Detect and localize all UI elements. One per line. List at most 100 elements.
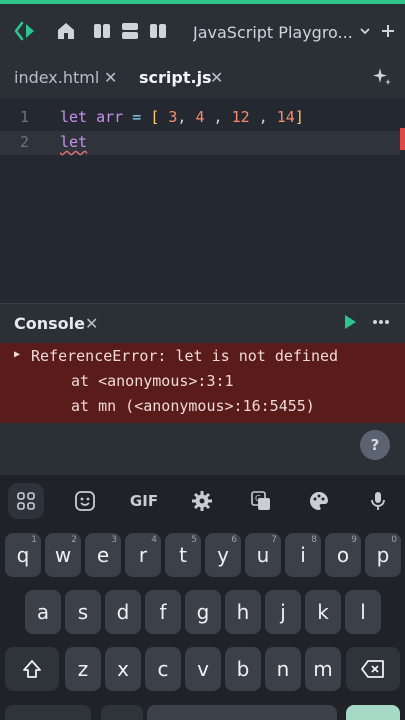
key-label: o [336, 543, 350, 567]
help-button[interactable]: ? [360, 430, 390, 460]
split-vertical-icon[interactable] [88, 17, 116, 45]
plus-icon[interactable] [374, 17, 402, 45]
code-line: 2 let [0, 133, 405, 157]
translate-icon[interactable]: G [243, 483, 279, 519]
console-close-icon[interactable]: ✕ [85, 314, 98, 333]
number-token: 4 [195, 108, 205, 126]
key-label: t [179, 543, 187, 567]
play-icon[interactable] [336, 308, 364, 336]
backspace-key[interactable] [346, 647, 400, 691]
key-label: a [36, 600, 50, 624]
key-e[interactable]: e3 [85, 533, 121, 577]
keyword-token: let [60, 108, 88, 126]
space-key[interactable] [147, 705, 337, 720]
tab-script-js[interactable]: script.js [139, 68, 212, 87]
sticker-icon[interactable] [67, 483, 103, 519]
operator-token: = [132, 108, 142, 126]
key-g[interactable]: g [185, 590, 221, 634]
key-hint: 6 [231, 535, 237, 545]
console-footer [0, 423, 405, 475]
console-header: Console ✕ [0, 303, 405, 343]
tab-index-html[interactable]: index.html [14, 68, 99, 87]
apps-grid-icon[interactable] [8, 483, 44, 519]
code-brackets-icon[interactable] [12, 17, 40, 45]
key-hint: 9 [351, 535, 357, 545]
key-hint: 3 [111, 535, 117, 545]
key-hint: 2 [71, 535, 77, 545]
key-label: f [159, 600, 167, 624]
number-token: 12 [231, 108, 250, 126]
key-label: c [157, 657, 169, 681]
error-message: ReferenceError: let is not defined [31, 347, 339, 365]
tab-index-html-close-icon[interactable]: ✕ [104, 68, 117, 87]
shift-key[interactable] [5, 647, 59, 691]
key-v[interactable]: v [185, 647, 221, 691]
identifier-token: arr [96, 108, 124, 126]
key-u[interactable]: u7 [245, 533, 281, 577]
project-title[interactable]: JavaScript Playgro... [193, 23, 353, 42]
key-i[interactable]: i8 [285, 533, 321, 577]
key-a[interactable]: a [25, 590, 61, 634]
more-horizontal-icon[interactable] [367, 308, 395, 336]
console-output: ▶ ReferenceError: let is not defined at … [0, 343, 405, 423]
code-line: 1 let arr = [ 3, 4 , 12 , 14] [0, 108, 405, 132]
tab-script-js-close-icon[interactable]: ✕ [210, 68, 223, 87]
key-label: k [317, 600, 329, 624]
bracket-token: [ [150, 108, 160, 126]
app-toolbar: JavaScript Playgro... [0, 4, 405, 58]
key-y[interactable]: y6 [205, 533, 241, 577]
key-m[interactable]: m [305, 647, 341, 691]
microphone-icon[interactable] [360, 483, 396, 519]
key-b[interactable]: b [225, 647, 261, 691]
key-r[interactable]: r4 [125, 533, 161, 577]
sparkle-icon[interactable] [368, 63, 396, 91]
key-h[interactable]: h [225, 590, 261, 634]
key-q[interactable]: q1 [5, 533, 41, 577]
key-label: s [77, 600, 89, 624]
line-number: 1 [20, 108, 30, 126]
file-tabs: index.html ✕ script.js ✕ [0, 58, 405, 98]
key-label: v [197, 657, 209, 681]
error-scroll-marker [400, 128, 405, 150]
expand-arrow-icon[interactable]: ▶ [14, 349, 20, 360]
stack-trace-line: at <anonymous>:3:1 [71, 372, 234, 390]
key-label: m [313, 657, 333, 681]
symbols-key[interactable] [5, 705, 91, 720]
key-f[interactable]: f [145, 590, 181, 634]
key-z[interactable]: z [65, 647, 101, 691]
key-p[interactable]: p0 [365, 533, 401, 577]
stack-trace-line: at mn (<anonymous>:16:5455) [71, 397, 315, 415]
key-o[interactable]: o9 [325, 533, 361, 577]
svg-text:G: G [255, 494, 261, 503]
key-j[interactable]: j [265, 590, 301, 634]
key-s[interactable]: s [65, 590, 101, 634]
key-hint: 4 [151, 535, 157, 545]
palette-icon[interactable] [301, 483, 337, 519]
key-t[interactable]: t5 [165, 533, 201, 577]
key-w[interactable]: w2 [45, 533, 81, 577]
gif-icon[interactable]: GIF [126, 483, 162, 519]
emoji-key[interactable] [101, 705, 143, 720]
key-label: p [376, 543, 390, 567]
split-side-icon[interactable] [144, 17, 172, 45]
key-hint: 1 [31, 535, 37, 545]
key-x[interactable]: x [105, 647, 141, 691]
settings-gear-icon[interactable] [184, 483, 220, 519]
key-label: n [276, 657, 290, 681]
key-label: h [236, 600, 250, 624]
key-hint: 0 [391, 535, 397, 545]
key-label: u [256, 543, 270, 567]
key-c[interactable]: c [145, 647, 181, 691]
key-n[interactable]: n [265, 647, 301, 691]
key-l[interactable]: l [345, 590, 381, 634]
key-hint: 8 [311, 535, 317, 545]
key-hint: 7 [271, 535, 277, 545]
key-k[interactable]: k [305, 590, 341, 634]
key-d[interactable]: d [105, 590, 141, 634]
home-icon[interactable] [52, 17, 80, 45]
key-label: w [54, 543, 72, 567]
enter-key[interactable] [346, 705, 400, 720]
split-horizontal-icon[interactable] [116, 17, 144, 45]
code-editor[interactable]: 1 let arr = [ 3, 4 , 12 , 14] 2 let [0, 98, 405, 303]
key-label: g [196, 600, 210, 624]
